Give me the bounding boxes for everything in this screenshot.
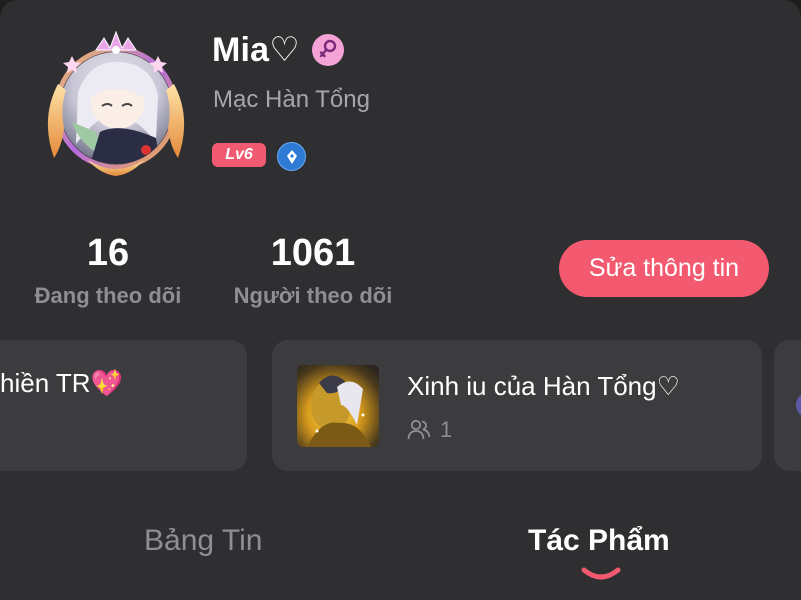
tab-works[interactable]: Tác Phẩm	[528, 524, 670, 558]
avatar-frame-icon	[47, 30, 185, 176]
pen-badge-icon[interactable]	[277, 142, 306, 171]
display-subname: Mạc Hàn Tổng	[213, 86, 370, 113]
followers-label: Người theo dõi	[233, 283, 393, 308]
members-icon	[407, 419, 431, 440]
level-badge: Lv6	[212, 143, 266, 167]
group-thumbnail	[297, 365, 379, 447]
active-tab-indicator	[581, 567, 621, 580]
female-symbol-icon	[312, 34, 344, 66]
group-title: Xinh iu của Hàn Tổng♡	[407, 371, 680, 401]
member-count-value: 1	[440, 417, 453, 442]
avatar[interactable]	[38, 28, 196, 183]
profile-panel: Mia♡ Mạc Hàn Tổng Lv6 16 Đang theo dõi 1…	[0, 0, 801, 600]
group-icon	[796, 392, 801, 418]
following-label: Đang theo dõi	[34, 283, 182, 308]
edit-profile-button[interactable]: Sửa thông tin	[559, 240, 769, 297]
followers-count: 1061	[270, 232, 356, 274]
following-stat[interactable]: 16 Đang theo dõi	[30, 231, 186, 309]
followers-stat[interactable]: 1061 Người theo dõi	[229, 231, 397, 309]
group-card[interactable]: Xinh iu của Hàn Tổng♡ 1	[272, 340, 762, 471]
group-title: hiền TR💖	[0, 368, 123, 398]
group-card[interactable]: hiền TR💖	[0, 340, 247, 471]
member-count: 1	[407, 417, 452, 443]
tab-news-feed[interactable]: Bảng Tin	[144, 524, 262, 558]
group-card[interactable]	[774, 340, 801, 471]
username: Mia♡	[212, 31, 300, 69]
following-count: 16	[86, 232, 130, 274]
